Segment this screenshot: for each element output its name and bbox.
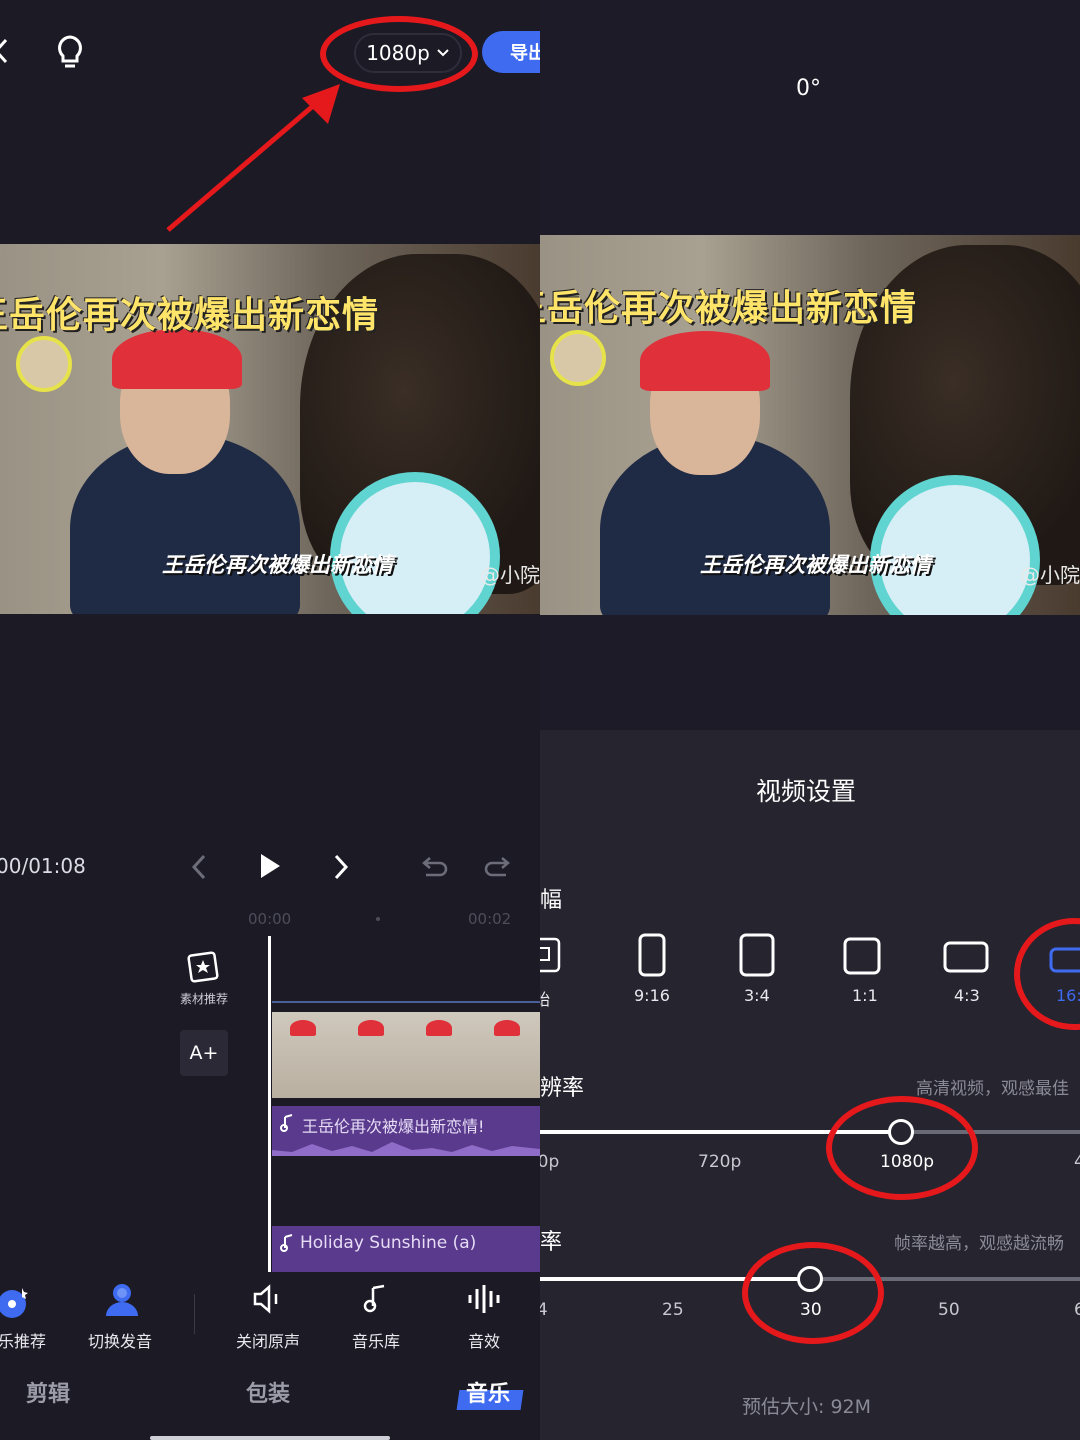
video-track[interactable] (272, 1012, 540, 1098)
audio-clip-voiceover[interactable]: 王岳伦再次被爆出新恋情! (272, 1106, 540, 1156)
video-subtitle: 王岳伦再次被爆出新恋情 (700, 553, 931, 577)
prev-frame-icon[interactable] (190, 854, 208, 880)
ruler-dot (376, 917, 380, 921)
toolbar-item-music-recommend[interactable]: 乐推荐 (0, 1280, 58, 1351)
redo-icon[interactable] (484, 854, 512, 878)
music-note-icon (280, 1234, 294, 1252)
video-title-overlay: 王岳伦再次被爆出新恋情 (0, 295, 380, 336)
home-indicator (150, 1436, 390, 1440)
framerate-tick-25: 25 (662, 1300, 684, 1320)
video-thumbnail (408, 1012, 476, 1098)
annotation-arrow (166, 84, 340, 232)
avatar (16, 336, 72, 392)
framerate-tick-24: 24 (540, 1300, 548, 1320)
material-recommend-button[interactable]: 素材推荐 (172, 950, 236, 1007)
video-thumbnail (476, 1012, 540, 1098)
video-settings-pane: 0° 王岳伦再次被爆出新恋情 王岳伦再次被爆出新恋情 @小院 视频设置 画幅 原… (540, 0, 1080, 1440)
timeline-track-line (272, 1001, 540, 1003)
toolbar-item-switch-voice[interactable]: 切换发音 (86, 1280, 158, 1351)
framerate-label: 帧率 (540, 1230, 563, 1255)
aspect-option-4-3[interactable]: 4:3 (942, 930, 1002, 1010)
undo-icon[interactable] (420, 854, 448, 878)
playhead[interactable] (268, 936, 271, 1272)
resolution-tick-720p: 720p (698, 1152, 742, 1172)
tab-music[interactable]: 音乐 (466, 1376, 510, 1408)
toolbar-divider (194, 1294, 195, 1334)
audio-waveform (272, 1142, 540, 1156)
settings-title: 视频设置 (756, 777, 857, 806)
aspect-option-3-4[interactable]: 3:4 (736, 930, 796, 1010)
music-note-icon (362, 1284, 390, 1314)
framerate-tick-50: 50 (938, 1300, 960, 1320)
music-disc-icon (0, 1284, 32, 1320)
video-preview: 王岳伦再次被爆出新恋情 王岳伦再次被爆出新恋情 @小院 (540, 235, 1080, 615)
watermark-handle: @小院 (1020, 563, 1080, 587)
resolution-tick-480p: 480p (540, 1152, 560, 1172)
portrait-ratio-icon (637, 932, 667, 978)
sticker-cards-icon (184, 950, 224, 984)
ruler-start: 00:00 (248, 910, 292, 928)
rotation-readout: 0° (796, 76, 821, 101)
playback-time: 00/01:08 (0, 854, 86, 878)
landscape-ratio-icon (942, 940, 990, 974)
back-icon[interactable] (0, 36, 14, 66)
annotation-circle-resolution-slider (826, 1096, 978, 1200)
add-text-button[interactable]: A+ (180, 1030, 228, 1076)
music-note-icon (280, 1114, 294, 1132)
resolution-label: 分辨率 (540, 1076, 585, 1101)
editor-pane: 1080p 导出 王岳伦再次被爆出新恋情 王岳伦再次被爆出新恋情 @小院 00/… (0, 0, 540, 1440)
resolution-tick-4k: 4K (1074, 1152, 1080, 1172)
video-subtitle: 王岳伦再次被爆出新恋情 (162, 553, 393, 577)
toolbar-item-mute-original[interactable]: 关闭原声 (234, 1280, 306, 1351)
aspect-option-1-1[interactable]: 1:1 (842, 930, 902, 1010)
annotation-circle-framerate-slider (742, 1242, 884, 1344)
toolbar-item-sound-effects[interactable]: 音效 (450, 1280, 520, 1351)
aspect-option-original[interactable]: 原始 (540, 930, 578, 1010)
audio-clip-music[interactable]: Holiday Sunshine (a) (272, 1226, 540, 1272)
video-title-overlay: 王岳伦再次被爆出新恋情 (540, 288, 918, 329)
three-four-ratio-icon (738, 932, 776, 978)
video-preview[interactable]: 王岳伦再次被爆出新恋情 王岳伦再次被爆出新恋情 @小院 (0, 244, 540, 614)
tab-edit[interactable]: 剪辑 (26, 1376, 70, 1408)
speaker-icon (252, 1284, 286, 1314)
video-thumbnail (272, 1012, 340, 1098)
person-icon (102, 1282, 142, 1318)
next-frame-icon[interactable] (332, 854, 350, 880)
tab-package[interactable]: 包装 (246, 1376, 290, 1408)
resolution-hint: 高清视频，观感最佳 (916, 1079, 1069, 1099)
original-ratio-icon (540, 934, 564, 976)
play-icon[interactable] (258, 852, 282, 880)
toolbar-item-music-library[interactable]: 音乐库 (342, 1280, 414, 1351)
aspect-section-label: 画幅 (540, 888, 563, 913)
waveform-icon (466, 1284, 502, 1314)
framerate-hint: 帧率越高，观感越流畅 (894, 1234, 1064, 1254)
ruler-end: 00:02 (468, 910, 512, 928)
watermark-handle: @小院 (480, 563, 540, 587)
estimated-size: 预估大小: 92M (742, 1396, 872, 1418)
video-thumbnail (340, 1012, 408, 1098)
aspect-option-9-16[interactable]: 9:16 (632, 930, 692, 1010)
framerate-tick-60: 60 (1074, 1300, 1080, 1320)
avatar (550, 330, 606, 386)
lightbulb-icon[interactable] (54, 34, 86, 70)
export-button[interactable]: 导出 (482, 31, 540, 73)
square-ratio-icon (842, 936, 882, 976)
